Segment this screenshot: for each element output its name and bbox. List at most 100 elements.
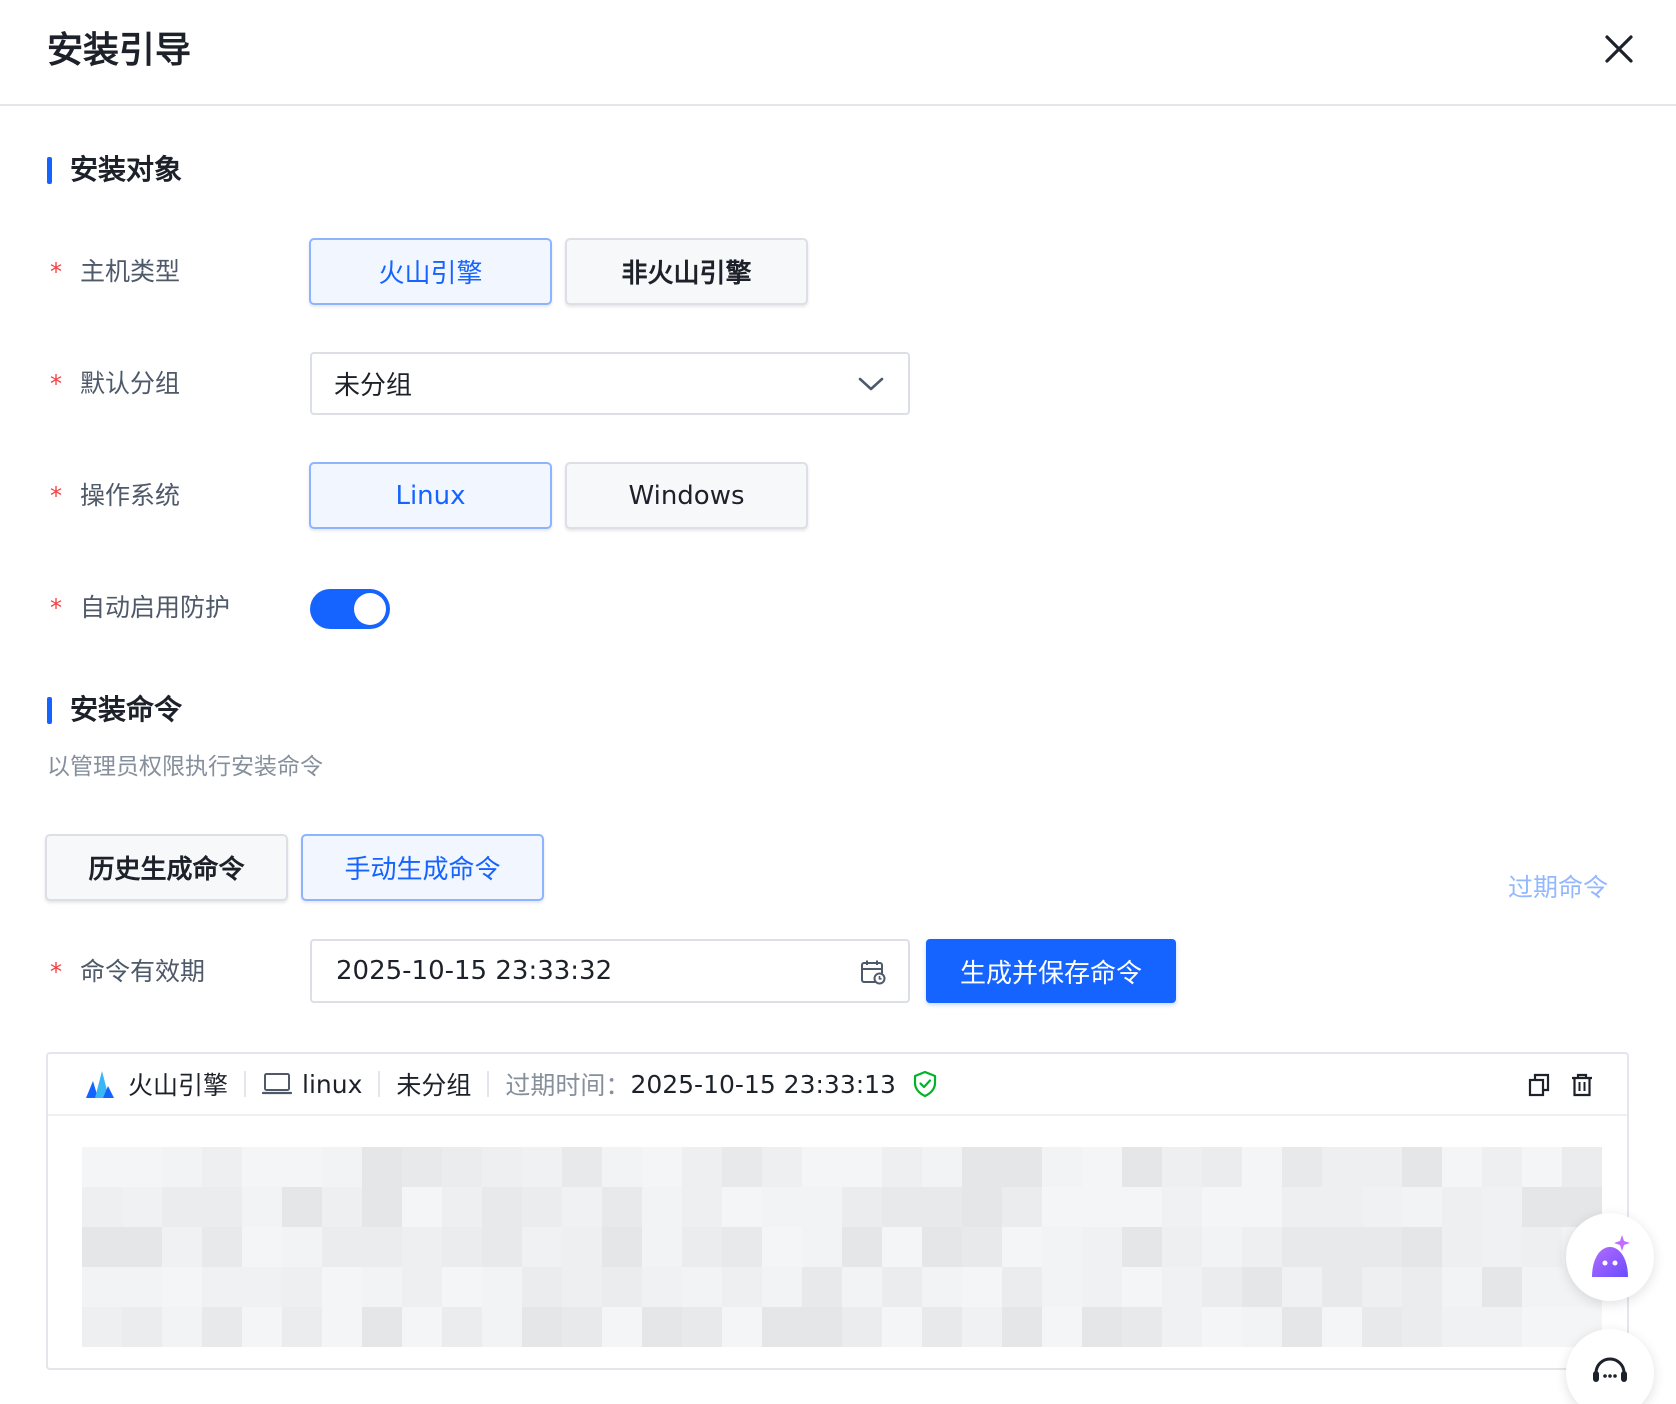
blurred-pixel	[802, 1147, 842, 1187]
blurred-pixel	[1242, 1267, 1282, 1307]
blurred-pixel	[1162, 1227, 1202, 1267]
blurred-pixel	[1122, 1187, 1162, 1227]
blurred-pixel	[202, 1147, 242, 1187]
host-type-volcengine-button[interactable]: 火山引擎	[309, 238, 552, 305]
section-install-command: 安装命令	[47, 692, 182, 728]
blurred-pixel	[1322, 1307, 1362, 1347]
section-install-target: 安装对象	[47, 152, 182, 188]
trash-icon[interactable]	[1569, 1072, 1595, 1098]
blurred-pixel	[482, 1227, 522, 1267]
required-mark: *	[50, 594, 62, 622]
blurred-pixel	[322, 1187, 362, 1227]
blurred-pixel	[1362, 1307, 1402, 1347]
blurred-pixel	[1282, 1187, 1322, 1227]
blurred-pixel	[1442, 1187, 1482, 1227]
blurred-pixel	[602, 1267, 642, 1307]
expire-time-value: 2025-10-15 23:33:13	[630, 1069, 896, 1099]
blurred-pixel	[1322, 1227, 1362, 1267]
blurred-pixel	[1482, 1267, 1522, 1307]
default-group-select[interactable]: 未分组	[310, 352, 910, 415]
blurred-pixel	[562, 1187, 602, 1227]
blurred-pixel	[1442, 1147, 1482, 1187]
blurred-pixel	[242, 1147, 282, 1187]
generate-save-command-button[interactable]: 生成并保存命令	[926, 939, 1176, 1003]
blurred-pixel	[362, 1187, 402, 1227]
blurred-pixel	[962, 1187, 1002, 1227]
default-group-label: * 默认分组	[50, 367, 180, 401]
blurred-pixel	[602, 1227, 642, 1267]
blurred-pixel	[602, 1147, 642, 1187]
blurred-pixel	[322, 1307, 362, 1347]
manual-command-tab[interactable]: 手动生成命令	[301, 834, 544, 901]
blurred-pixel	[762, 1227, 802, 1267]
blurred-pixel	[202, 1267, 242, 1307]
blurred-pixel	[1482, 1307, 1522, 1347]
blurred-pixel	[122, 1187, 162, 1227]
blurred-pixel	[1282, 1267, 1322, 1307]
blurred-pixel	[202, 1227, 242, 1267]
expired-commands-link[interactable]: 过期命令	[1508, 871, 1608, 905]
blurred-pixel	[362, 1267, 402, 1307]
ai-assistant-button[interactable]	[1566, 1213, 1654, 1301]
blurred-pixel	[1002, 1227, 1042, 1267]
blurred-pixel	[1522, 1267, 1562, 1307]
blurred-pixel	[962, 1147, 1002, 1187]
section-title: 安装命令	[70, 693, 183, 726]
blurred-pixel	[1122, 1307, 1162, 1347]
blurred-pixel	[1002, 1147, 1042, 1187]
blurred-pixel	[1402, 1147, 1442, 1187]
blurred-pixel	[482, 1187, 522, 1227]
os-windows-button[interactable]: Windows	[565, 462, 808, 529]
section-title: 安装对象	[70, 153, 183, 186]
blurred-pixel	[1162, 1187, 1202, 1227]
blurred-pixel	[1042, 1307, 1082, 1347]
required-mark: *	[50, 958, 62, 986]
blurred-pixel	[1002, 1187, 1042, 1227]
required-mark: *	[50, 482, 62, 510]
blurred-pixel	[1042, 1227, 1082, 1267]
blurred-pixel	[762, 1147, 802, 1187]
copy-icon[interactable]	[1527, 1072, 1553, 1098]
command-group: 未分组	[396, 1071, 472, 1100]
auto-protect-toggle[interactable]	[310, 589, 390, 629]
history-command-tab[interactable]: 历史生成命令	[45, 834, 288, 901]
command-card-header: 火山引擎 linux 未分组 过期时间： 2025-10-15 23:33:13	[48, 1054, 1627, 1116]
blurred-pixel	[602, 1187, 642, 1227]
blurred-pixel	[1082, 1267, 1122, 1307]
blurred-pixel	[442, 1227, 482, 1267]
blurred-pixel	[1522, 1227, 1562, 1267]
os-linux-button[interactable]: Linux	[309, 462, 552, 529]
customer-service-icon	[1593, 1357, 1627, 1382]
shield-check-icon	[913, 1070, 937, 1098]
auto-protect-label: * 自动启用防护	[50, 591, 230, 625]
blurred-pixel	[322, 1267, 362, 1307]
blurred-pixel	[922, 1267, 962, 1307]
chevron-down-icon	[858, 377, 884, 391]
blurred-pixel	[962, 1307, 1002, 1347]
blurred-pixel	[1442, 1227, 1482, 1267]
blurred-pixel	[922, 1307, 962, 1347]
close-button[interactable]	[1598, 28, 1640, 70]
blurred-pixel	[82, 1267, 122, 1307]
blurred-pixel	[1242, 1227, 1282, 1267]
blurred-pixel	[322, 1227, 362, 1267]
blurred-pixel	[682, 1227, 722, 1267]
blurred-pixel	[842, 1187, 882, 1227]
toggle-knob	[354, 593, 386, 625]
blurred-pixel	[402, 1227, 442, 1267]
section-accent-bar	[47, 696, 52, 724]
blurred-pixel	[722, 1307, 762, 1347]
customer-service-button[interactable]	[1566, 1329, 1654, 1404]
blurred-pixel	[1362, 1147, 1402, 1187]
blurred-pixel	[1322, 1147, 1362, 1187]
divider	[244, 1071, 247, 1097]
host-type-non-volcengine-button[interactable]: 非火山引擎	[565, 238, 808, 305]
blurred-pixel	[1082, 1227, 1122, 1267]
validity-date-picker[interactable]: 2025-10-15 23:33:32	[310, 939, 910, 1003]
blurred-pixel	[322, 1147, 362, 1187]
blurred-pixel	[1082, 1187, 1122, 1227]
blurred-pixel	[1162, 1267, 1202, 1307]
blurred-pixel	[1242, 1147, 1282, 1187]
required-mark: *	[50, 258, 62, 286]
blurred-pixel	[282, 1307, 322, 1347]
